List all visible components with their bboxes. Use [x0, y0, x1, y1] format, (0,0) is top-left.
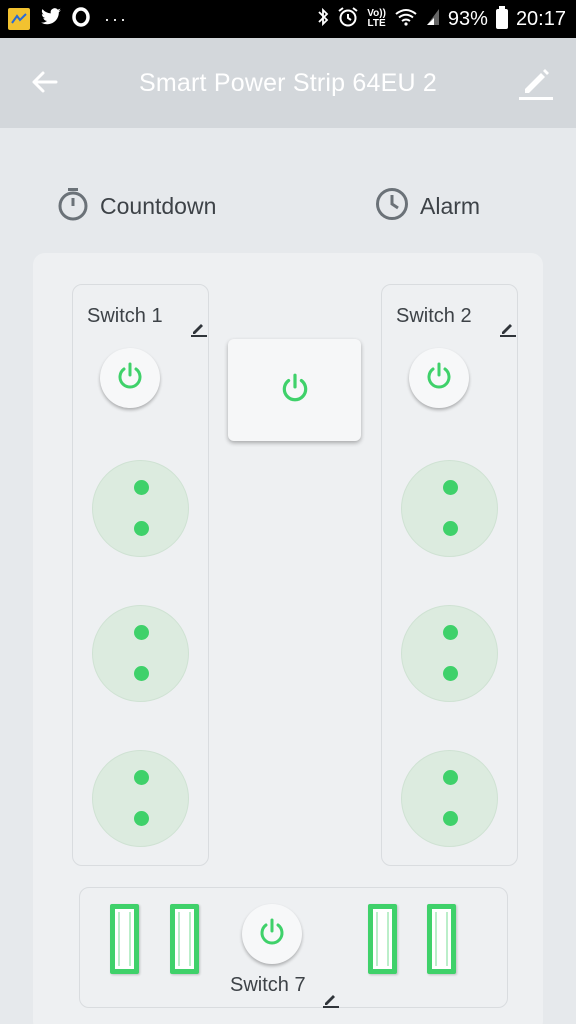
usb-port	[170, 904, 199, 974]
edit-switch-2-icon[interactable]	[500, 321, 516, 342]
switch-7-power-button[interactable]	[242, 904, 302, 964]
switch-2-label: Switch 2	[396, 305, 472, 327]
countdown-button[interactable]: Countdown	[56, 186, 216, 227]
clock-icon	[374, 186, 410, 227]
app-notification-icon	[8, 8, 30, 30]
master-power-button[interactable]	[228, 339, 361, 441]
signal-icon	[426, 8, 440, 31]
back-button[interactable]	[22, 62, 66, 106]
edit-device-button[interactable]	[514, 62, 558, 106]
alarm-clock-icon	[337, 6, 359, 33]
switch-7-usb-group: Switch 7	[79, 887, 508, 1008]
switch-1-power-button[interactable]	[100, 348, 160, 408]
opera-icon	[72, 7, 90, 31]
volte-indicator: Vo)) LTE	[367, 8, 386, 29]
stopwatch-icon	[56, 186, 90, 227]
usb-port	[368, 904, 397, 974]
clock-time: 20:17	[515, 7, 566, 30]
socket	[92, 750, 189, 847]
switch-1-label: Switch 1	[87, 305, 163, 327]
battery-icon	[495, 6, 508, 29]
usb-port	[427, 904, 456, 974]
timer-row: Countdown Alarm	[0, 128, 576, 248]
power-icon	[115, 361, 145, 396]
alarm-button[interactable]: Alarm	[374, 186, 480, 227]
power-icon	[424, 361, 454, 396]
socket	[92, 460, 189, 557]
app-bar: Smart Power Strip 64EU 2	[0, 38, 576, 128]
socket	[401, 460, 498, 557]
arrow-left-icon	[30, 70, 58, 99]
edit-switch-1-icon[interactable]	[191, 321, 207, 342]
usb-port	[110, 904, 139, 974]
switch-1-group: Switch 1	[72, 284, 209, 866]
edit-switch-7-icon[interactable]	[323, 992, 339, 1013]
socket	[92, 605, 189, 702]
more-notifications-icon: ···	[104, 8, 128, 29]
status-bar: ··· Vo)) LTE 93% 20:17	[0, 0, 576, 38]
power-icon	[279, 372, 311, 409]
switch-7-label: Switch 7	[230, 974, 306, 996]
bluetooth-icon	[317, 7, 329, 32]
switch-2-group: Switch 2	[381, 284, 518, 866]
twitter-icon	[40, 8, 62, 30]
power-strip-panel: Switch 1 Switch 2 Switch 7	[33, 253, 543, 1024]
countdown-label: Countdown	[100, 193, 217, 219]
switch-2-power-button[interactable]	[409, 348, 469, 408]
battery-percentage: 93%	[447, 7, 488, 30]
page-title: Smart Power Strip 64EU 2	[139, 68, 437, 97]
pencil-icon	[517, 63, 555, 106]
socket	[401, 750, 498, 847]
power-icon	[257, 917, 287, 952]
wifi-icon	[394, 8, 418, 31]
alarm-label: Alarm	[420, 193, 481, 219]
socket	[401, 605, 498, 702]
